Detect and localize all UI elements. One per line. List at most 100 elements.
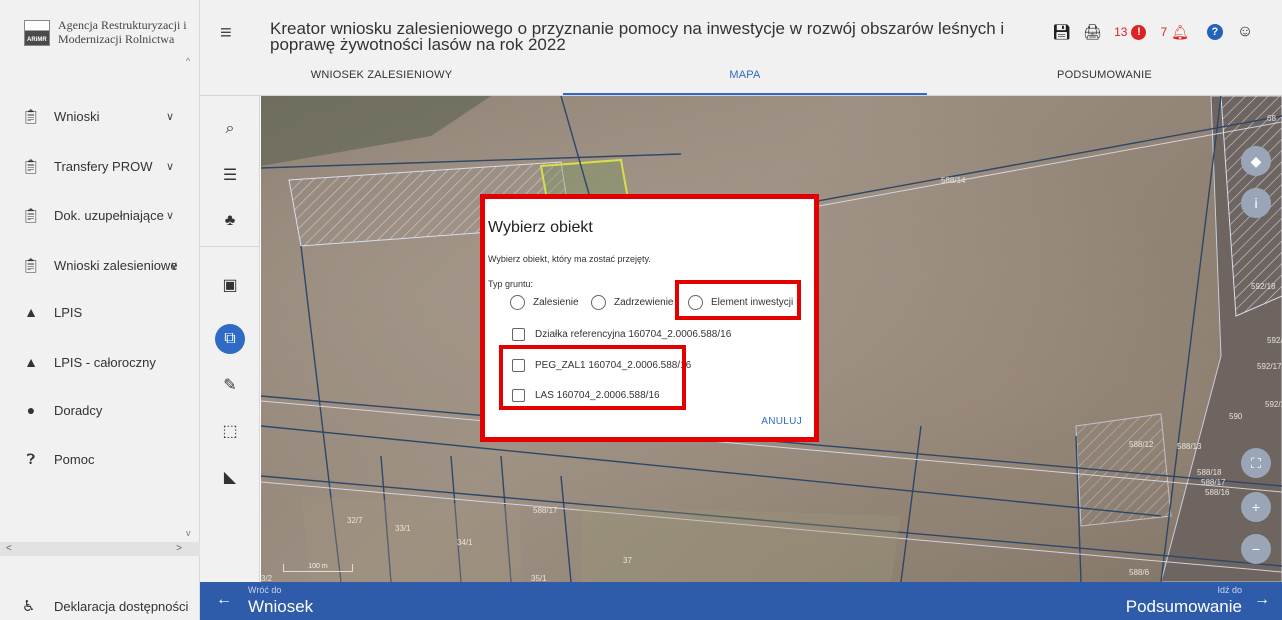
parcel-label: 33/1 [395, 524, 411, 533]
sidebar-horizontal-scrollbar[interactable]: < > [0, 542, 200, 556]
cancel-button[interactable]: ANULUJ [761, 416, 802, 427]
notification-count[interactable]: 7 [1160, 25, 1167, 39]
sidebar-item-dok-uzupelniajace[interactable]: 📋︎ Dok. uzupełniające ∨ [0, 199, 200, 231]
tab-bar: WNIOSEK ZALESIENIOWY MAPA PODSUMOWANIE [200, 66, 1282, 96]
sidebar-item-label: Wnioski zalesieniowe [54, 257, 178, 273]
edit-pencil-icon[interactable]: ✎ [215, 370, 245, 400]
scroll-up-icon[interactable]: ^ [186, 56, 190, 66]
sidebar-item-label: Dok. uzupełniające [54, 207, 164, 223]
next-button[interactable]: Podsumowanie [1126, 597, 1242, 617]
checkbox-label: PEG_ZAL1 160704_2.0006.588/16 [535, 360, 692, 371]
radio-element-inwestycji[interactable]: Element inwestycji [688, 295, 793, 310]
list-icon[interactable]: ☰ [215, 160, 245, 190]
sidebar-item-label: Transfery PROW [54, 158, 153, 174]
error-count[interactable]: 13 [1114, 25, 1127, 39]
scroll-left-icon[interactable]: < [6, 543, 12, 554]
info-icon[interactable]: i [1241, 188, 1271, 218]
checkbox-box[interactable] [512, 389, 525, 402]
checkbox-dzialka-referencyjna[interactable]: Działka referencyjna 160704_2.0006.588/1… [512, 328, 731, 341]
forest-icon[interactable]: ♣ [215, 206, 245, 236]
back-button[interactable]: Wniosek [248, 597, 313, 617]
sidebar-item-lpis-caloroczny[interactable]: ▲ LPIS - całoroczny [0, 346, 200, 378]
map-toolbar: ⌕ ☰ ♣ ▣ ⧉ ✎ ⬚ ◣ [200, 96, 260, 582]
parcel-label: 3/2 [261, 574, 273, 582]
measure-icon[interactable]: ◣ [215, 462, 245, 492]
clipboard-icon: 📋︎ [22, 206, 40, 223]
parcel-label: 588/13 [1177, 442, 1202, 451]
clipboard-icon: 📋︎ [22, 107, 40, 124]
parcel-label: 590 [1229, 412, 1243, 421]
tab-mapa[interactable]: MAPA [563, 66, 927, 96]
parcel-label: 588/16 [1205, 488, 1230, 497]
checkbox-label: LAS 160704_2.0006.588/16 [535, 390, 660, 401]
error-icon[interactable]: ! [1131, 24, 1147, 40]
radio-circle[interactable] [591, 295, 606, 310]
help-icon[interactable]: ? [1206, 24, 1223, 40]
parcel-label: 592/1 [1267, 336, 1282, 345]
parcel-label: 588/12 [1129, 440, 1154, 449]
bell-icon[interactable]: 🔔︎ [1171, 24, 1189, 41]
radio-zadrzewienie[interactable]: Zadrzewienie [591, 295, 673, 310]
sidebar-item-wnioski[interactable]: 📋︎ Wnioski ∨ [0, 100, 200, 132]
radio-circle[interactable] [688, 295, 703, 310]
bottom-navigation-bar: ← Wróć do Wniosek Idź do Podsumowanie → [200, 582, 1282, 620]
user-account-icon[interactable]: ☺︎ [1237, 23, 1253, 41]
sidebar-item-label: LPIS - całoroczny [54, 354, 156, 370]
layers-icon[interactable]: ◆ [1241, 146, 1271, 176]
radio-zalesienie[interactable]: Zalesienie [510, 295, 579, 310]
page-title: Kreator wniosku zalesieniowego o przyzna… [270, 19, 1005, 54]
sidebar-item-transfery[interactable]: 📋︎ Transfery PROW ∨ [0, 150, 200, 182]
sidebar-item-lpis[interactable]: ▲ LPIS [0, 296, 200, 328]
accessibility-label: Deklaracja dostępności [54, 599, 189, 614]
sidebar-item-doradcy[interactable]: ● Doradcy [0, 394, 200, 426]
parcel-label: 588/14 [941, 176, 966, 185]
checkbox-box[interactable] [512, 328, 525, 341]
search-icon[interactable]: ⌕ [215, 114, 245, 144]
select-object-dialog: Wybierz obiekt Wybierz obiekt, który ma … [480, 194, 819, 442]
clipboard-icon: 📋︎ [22, 157, 40, 174]
hamburger-menu-icon[interactable]: ≡ [220, 22, 232, 45]
help-icon: ❓︎ [26, 450, 36, 467]
tab-podsumowanie[interactable]: PODSUMOWANIE [927, 66, 1282, 96]
parcel-label: 35/1 [531, 574, 547, 582]
dialog-body: Wybierz obiekt Wybierz obiekt, który ma … [485, 199, 814, 437]
parcel-label: 37 [623, 556, 632, 565]
next-caption: Idź do [1217, 585, 1242, 595]
scroll-right-icon[interactable]: > [176, 543, 182, 554]
zoom-out-icon[interactable]: − [1241, 534, 1271, 564]
logo[interactable]: ARiMR Agencja Restrukturyzacji i Moderni… [0, 0, 200, 70]
checkbox-las[interactable]: LAS 160704_2.0006.588/16 [512, 389, 660, 402]
parcel-label: 34/1 [457, 538, 473, 547]
parcel-label: 588/17 [533, 506, 558, 515]
radio-label: Zadrzewienie [614, 297, 674, 308]
parcel-label: 588/17 [1201, 478, 1226, 487]
dialog-title: Wybierz obiekt [488, 219, 593, 236]
ground-type-label: Typ gruntu: [488, 279, 534, 289]
print-icon[interactable]: 🖨︎ [1083, 23, 1102, 41]
select-area-icon[interactable]: ▣ [215, 270, 245, 300]
parcel-label: 592/18 [1251, 282, 1276, 291]
arrow-right-icon[interactable]: → [1254, 591, 1270, 609]
back-caption: Wróć do [248, 585, 282, 595]
arrow-left-icon[interactable]: ← [216, 591, 232, 609]
logo-mark-icon: ARiMR [24, 20, 50, 46]
save-icon[interactable]: 💾︎ [1052, 23, 1071, 41]
copy-object-icon[interactable]: ⧉ [215, 324, 245, 354]
radio-label: Zalesienie [533, 297, 579, 308]
checkbox-peg-zal1[interactable]: PEG_ZAL1 160704_2.0006.588/16 [512, 359, 691, 372]
zoom-in-icon[interactable]: + [1241, 492, 1271, 522]
chevron-down-icon: ∨ [166, 160, 175, 173]
fullscreen-icon[interactable]: ⛶ [1241, 448, 1271, 478]
scroll-down-icon[interactable]: v [186, 528, 191, 538]
draw-rectangle-icon[interactable]: ⬚ [215, 416, 245, 446]
parcel-label: 68 [1267, 114, 1276, 123]
sidebar-item-label: Wnioski [54, 108, 100, 124]
logo-text: Agencja Restrukturyzacji i Modernizacji … [58, 18, 187, 46]
radio-circle[interactable] [510, 295, 525, 310]
tab-wniosek-zalesieniowy[interactable]: WNIOSEK ZALESIENIOWY [200, 66, 563, 96]
chevron-down-icon: ∨ [166, 110, 175, 123]
sidebar-item-pomoc[interactable]: ❓︎ Pomoc [0, 443, 200, 475]
checkbox-box[interactable] [512, 359, 525, 372]
accessibility-link[interactable]: ♿︎ Deklaracja dostępności [0, 590, 200, 620]
sidebar-item-wnioski-zalesieniowe[interactable]: 📋︎ Wnioski zalesieniowe ∨ [0, 249, 200, 281]
